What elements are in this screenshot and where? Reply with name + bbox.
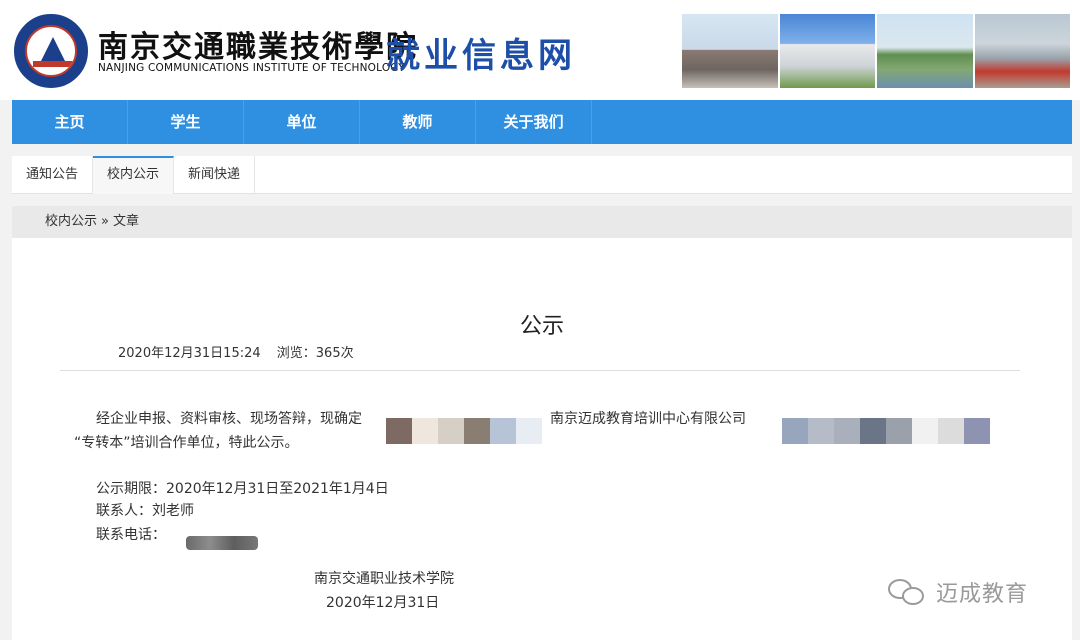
publish-datetime: 2020年12月31日15:24 bbox=[118, 346, 261, 361]
contact-person: 联系人：刘老师 bbox=[96, 503, 194, 519]
tab-notices[interactable]: 通知公告 bbox=[12, 156, 94, 194]
signature-organization: 南京交通职业技术学院 bbox=[314, 571, 454, 587]
main-nav: 主页 学生 单位 教师 关于我们 bbox=[12, 100, 1072, 144]
nav-item-about[interactable]: 关于我们 bbox=[476, 100, 592, 144]
site-header: 南京交通職業技術學院 NANJING COMMUNICATIONS INSTIT… bbox=[0, 0, 1080, 100]
wechat-watermark: 迈成教育 bbox=[888, 574, 1028, 610]
breadcrumb-section-link[interactable]: 校内公示 bbox=[45, 214, 97, 229]
logo-inner bbox=[25, 25, 77, 77]
nav-item-teachers[interactable]: 教师 bbox=[360, 100, 476, 144]
school-logo[interactable] bbox=[14, 14, 88, 88]
logo-bar bbox=[33, 61, 73, 67]
wechat-icon bbox=[888, 577, 928, 607]
campus-photo bbox=[682, 14, 780, 88]
contact-phone-label: 联系电话： bbox=[96, 527, 166, 543]
campus-photo bbox=[877, 14, 975, 88]
redacted-mosaic bbox=[782, 418, 990, 444]
campus-photo bbox=[974, 14, 1072, 88]
nav-item-employers[interactable]: 单位 bbox=[244, 100, 360, 144]
article-meta: 2020年12月31日15:24 浏览：365次 bbox=[118, 342, 354, 361]
school-name-cn: 南京交通職業技術學院 bbox=[98, 30, 418, 65]
redacted-mosaic bbox=[386, 418, 542, 444]
redacted-phone bbox=[186, 536, 258, 550]
nav-item-students[interactable]: 学生 bbox=[128, 100, 244, 144]
breadcrumb-separator: » bbox=[101, 214, 109, 229]
paragraph-intro: 经企业申报、资料审核、现场答辩，现确定 bbox=[96, 411, 362, 427]
nav-item-home[interactable]: 主页 bbox=[12, 100, 128, 144]
site-title: 就业信息网 bbox=[386, 36, 576, 76]
campus-photo bbox=[779, 14, 877, 88]
school-name-en: NANJING COMMUNICATIONS INSTITUTE OF TECH… bbox=[98, 62, 405, 74]
paragraph-conclusion: “专转本”培训合作单位，特此公示。 bbox=[74, 435, 299, 451]
page: 南京交通職業技術學院 NANJING COMMUNICATIONS INSTIT… bbox=[0, 0, 1080, 640]
article-title: 公示 bbox=[519, 314, 564, 339]
signature-date: 2020年12月31日 bbox=[326, 595, 440, 611]
breadcrumb: 校内公示 » 文章 bbox=[12, 206, 1072, 238]
campus-banner bbox=[682, 14, 1072, 88]
title-divider bbox=[60, 370, 1020, 371]
breadcrumb-current: 文章 bbox=[112, 214, 139, 229]
announcement-period: 公示期限：2020年12月31日至2021年1月4日 bbox=[96, 481, 389, 497]
company-name: 南京迈成教育培训中心有限公司 bbox=[550, 411, 746, 427]
tab-campus-announcements[interactable]: 校内公示 bbox=[93, 156, 175, 194]
category-tabs: 通知公告 校内公示 新闻快递 bbox=[12, 156, 1072, 194]
watermark-text: 迈成教育 bbox=[936, 582, 1029, 607]
view-count: 浏览：365次 bbox=[276, 346, 354, 361]
tab-news[interactable]: 新闻快递 bbox=[174, 156, 256, 194]
